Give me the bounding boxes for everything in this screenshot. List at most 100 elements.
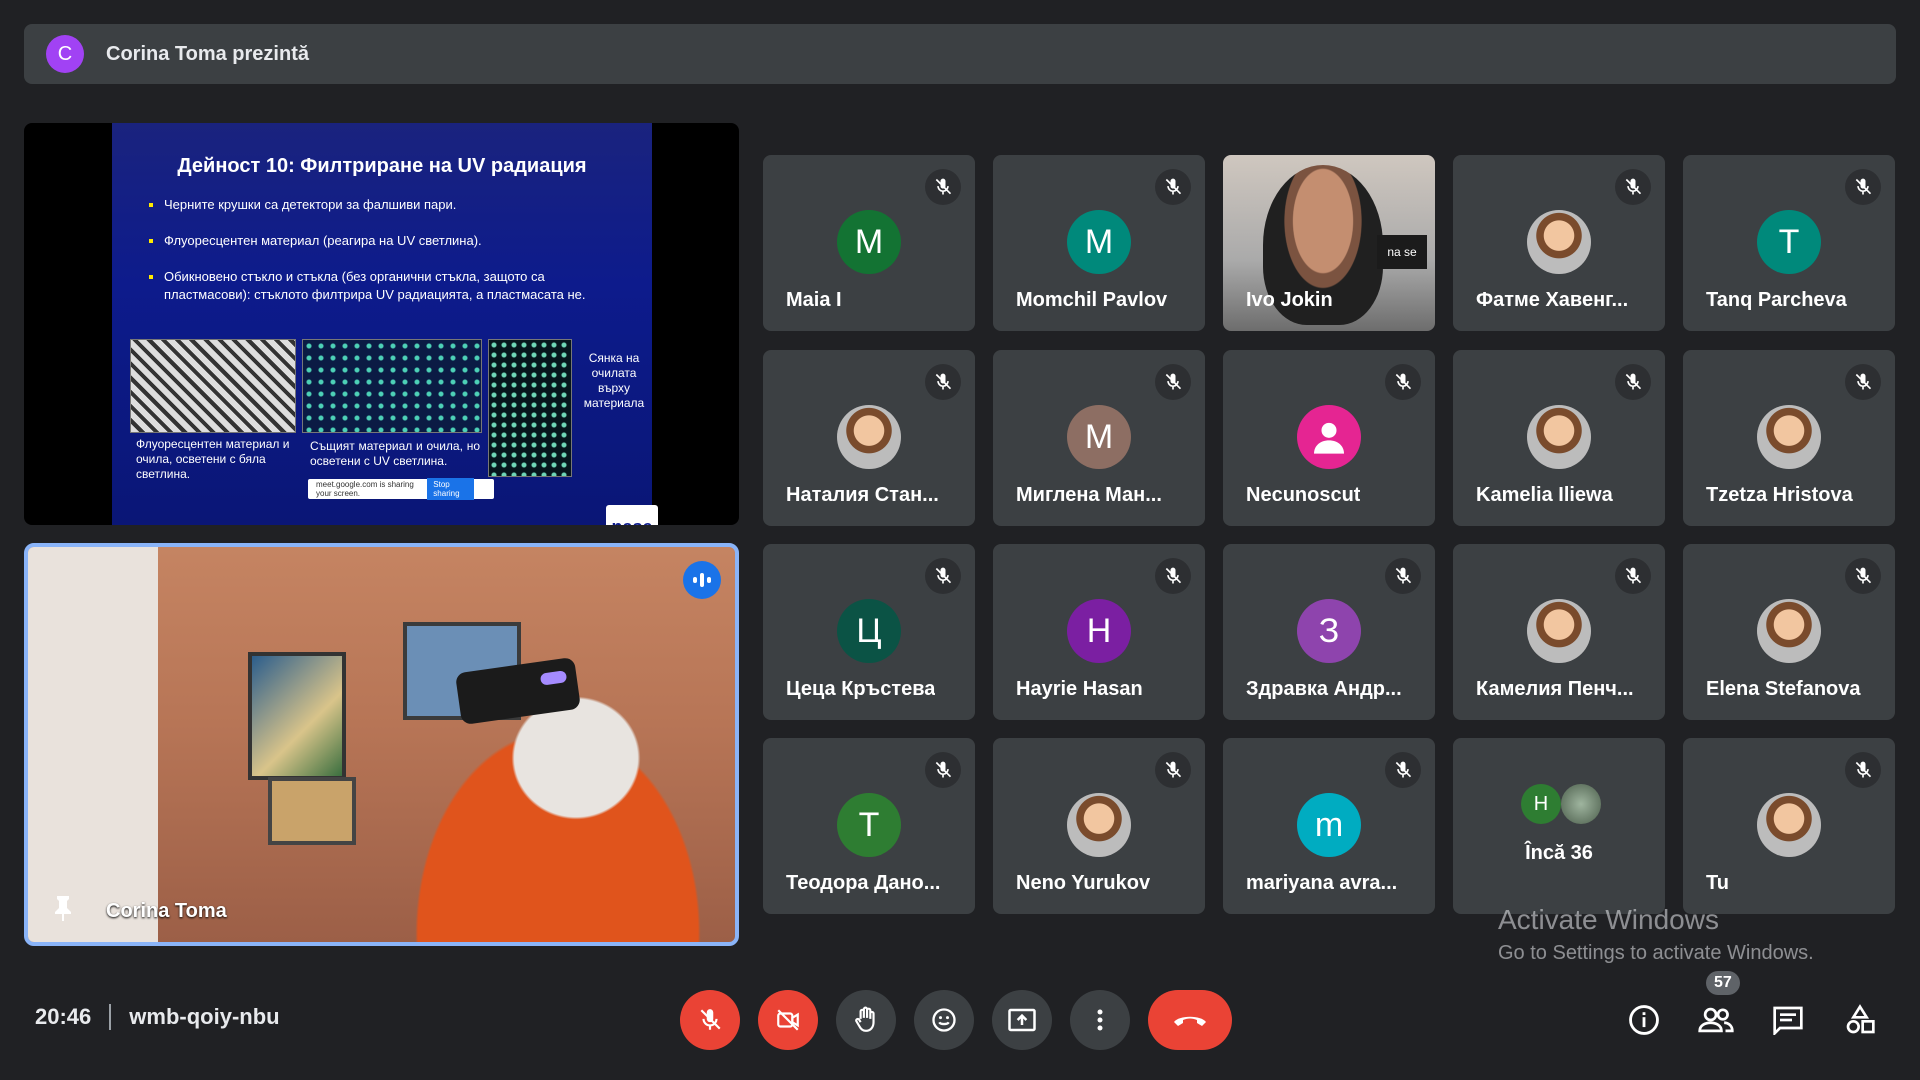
avatar bbox=[1527, 405, 1591, 469]
avatar bbox=[1297, 405, 1361, 469]
people-count-badge: 57 bbox=[1706, 971, 1740, 995]
activities-button[interactable] bbox=[1836, 996, 1884, 1044]
slide-photo-white-light bbox=[130, 339, 296, 433]
chat-button[interactable] bbox=[1764, 996, 1812, 1044]
mic-off-icon bbox=[1385, 752, 1421, 788]
presentation-tile[interactable]: Дейност 10: Филтриране на UV радиация Че… bbox=[24, 123, 739, 525]
mic-off-icon bbox=[925, 364, 961, 400]
participant-tile[interactable]: Kamelia Ilіewa bbox=[1453, 350, 1665, 526]
clock: 20:46 bbox=[35, 1004, 92, 1029]
emoji-icon bbox=[932, 1008, 956, 1032]
participant-name: Миглена Ман... bbox=[1016, 484, 1162, 506]
call-end-icon bbox=[1174, 1016, 1206, 1026]
mic-off-icon bbox=[1385, 558, 1421, 594]
more-options-button[interactable] bbox=[1070, 990, 1130, 1050]
participant-tile[interactable]: M Momchil Pavlov bbox=[993, 155, 1205, 331]
mic-off-icon bbox=[1845, 364, 1881, 400]
participant-tile[interactable]: H Încă 36 bbox=[1453, 738, 1665, 914]
avatar bbox=[1527, 210, 1591, 274]
nase-logo: nase bbox=[606, 505, 658, 525]
meeting-code: wmb-qoiy-nbu bbox=[129, 1004, 280, 1029]
participant-name: Maia I bbox=[786, 289, 842, 311]
participant-tile[interactable]: M Миглена Ман... bbox=[993, 350, 1205, 526]
participant-name: Наталия Стан... bbox=[786, 484, 939, 506]
present-screen-button[interactable] bbox=[992, 990, 1052, 1050]
mic-off-icon bbox=[1845, 169, 1881, 205]
participant-tile[interactable]: Tu bbox=[1683, 738, 1895, 914]
participant-tile[interactable]: Tzetza Hristova bbox=[1683, 350, 1895, 526]
slide-photo-shadow bbox=[488, 339, 572, 477]
participant-tile[interactable]: Наталия Стан... bbox=[763, 350, 975, 526]
participant-name: Ivo Jokin bbox=[1246, 289, 1333, 311]
people-button[interactable]: 57 bbox=[1692, 971, 1740, 1044]
participant-name: mariyana avra... bbox=[1246, 872, 1398, 894]
screen-share-bar: meet.google.com is sharing your screen. … bbox=[308, 478, 494, 500]
participant-name: Hayrie Hasan bbox=[1016, 678, 1143, 700]
present-icon bbox=[1008, 1008, 1036, 1032]
participant-tile[interactable]: na se Ivo Jokin bbox=[1223, 155, 1435, 331]
microphone-toggle-button[interactable] bbox=[680, 990, 740, 1050]
avatar: T bbox=[1757, 210, 1821, 274]
slide-caption: Същият материал и очила, но осветени с U… bbox=[310, 439, 480, 468]
presenting-banner[interactable]: C Corina Toma prezintă bbox=[24, 24, 1896, 84]
meeting-details-button[interactable] bbox=[1620, 996, 1668, 1044]
participant-tile[interactable]: T Теодора Дано... bbox=[763, 738, 975, 914]
participant-tile[interactable]: T Tanq Parcheva bbox=[1683, 155, 1895, 331]
pin-icon[interactable] bbox=[52, 894, 74, 928]
participant-tile[interactable]: Necunoscut bbox=[1223, 350, 1435, 526]
avatar: H bbox=[1067, 599, 1131, 663]
participant-tile[interactable]: Ц Цеца Кръстева bbox=[763, 544, 975, 720]
slide-bullets: Черните крушки са детектори за фалшиви п… bbox=[112, 196, 652, 304]
more-participants-label: Încă 36 bbox=[1525, 842, 1593, 864]
participant-tile[interactable]: M Maia I bbox=[763, 155, 975, 331]
mic-off-icon bbox=[1615, 558, 1651, 594]
participant-tile[interactable]: З Здравка Андр... bbox=[1223, 544, 1435, 720]
slide-bullet: Обикновено стъкло и стъкла (без органичн… bbox=[164, 268, 612, 304]
mic-off-icon bbox=[1155, 558, 1191, 594]
participant-tile[interactable]: Фатме Хавенг... bbox=[1453, 155, 1665, 331]
slide-title: Дейност 10: Филтриране на UV радиация bbox=[177, 155, 587, 177]
participant-tile[interactable]: m mariyana avra... bbox=[1223, 738, 1435, 914]
mic-off-icon bbox=[1385, 364, 1421, 400]
presenting-title: Corina Toma prezintă bbox=[106, 42, 309, 65]
slide-photos: Флуоресцентен материал и очила, осветени… bbox=[130, 339, 658, 525]
mic-off-icon bbox=[1845, 558, 1881, 594]
participant-name: Kamelia Ilіewa bbox=[1476, 484, 1613, 506]
mic-off-icon bbox=[1155, 364, 1191, 400]
participant-tile[interactable]: Elena Stefanova bbox=[1683, 544, 1895, 720]
mic-off-icon bbox=[1155, 169, 1191, 205]
participant-tile[interactable]: Камелия Пенч... bbox=[1453, 544, 1665, 720]
participant-name: Neno Yurukov bbox=[1016, 872, 1151, 894]
participant-tile[interactable]: Neno Yurukov bbox=[993, 738, 1205, 914]
raise-hand-button[interactable] bbox=[836, 990, 896, 1050]
chat-icon bbox=[1773, 1006, 1803, 1035]
participant-name: Фатме Хавенг... bbox=[1476, 289, 1629, 311]
hand-icon bbox=[855, 1006, 875, 1032]
mic-off-icon bbox=[925, 558, 961, 594]
camera-toggle-button[interactable] bbox=[758, 990, 818, 1050]
slide-caption: Сянка на очилата върху материала bbox=[583, 351, 645, 410]
active-speaker-tile[interactable]: Corina Toma bbox=[24, 543, 739, 946]
meeting-info: 20:46 wmb-qoiy-nbu bbox=[35, 1004, 280, 1030]
participant-tile[interactable]: H Hayrie Hasan bbox=[993, 544, 1205, 720]
mic-off-icon bbox=[700, 1009, 721, 1030]
leave-call-button[interactable] bbox=[1148, 990, 1232, 1050]
reactions-button[interactable] bbox=[914, 990, 974, 1050]
background-painting bbox=[248, 652, 346, 780]
mic-off-icon bbox=[925, 752, 961, 788]
avatar: Ц bbox=[837, 599, 901, 663]
side-panel-controls: 57 bbox=[1620, 971, 1908, 1044]
stop-sharing-button[interactable]: Stop sharing bbox=[427, 478, 474, 500]
slide-caption: Флуоресцентен материал и очила, осветени… bbox=[136, 437, 290, 481]
avatar: H bbox=[1521, 784, 1561, 824]
avatar: m bbox=[1297, 793, 1361, 857]
mic-off-icon bbox=[925, 169, 961, 205]
windows-activation-watermark: Activate Windows Go to Settings to activ… bbox=[1498, 904, 1814, 965]
avatar bbox=[1067, 793, 1131, 857]
people-icon bbox=[1698, 1007, 1734, 1033]
avatar bbox=[1757, 405, 1821, 469]
mic-off-icon bbox=[1155, 752, 1191, 788]
camera-off-icon bbox=[777, 1009, 799, 1031]
background-door bbox=[28, 547, 158, 942]
avatar: T bbox=[837, 793, 901, 857]
